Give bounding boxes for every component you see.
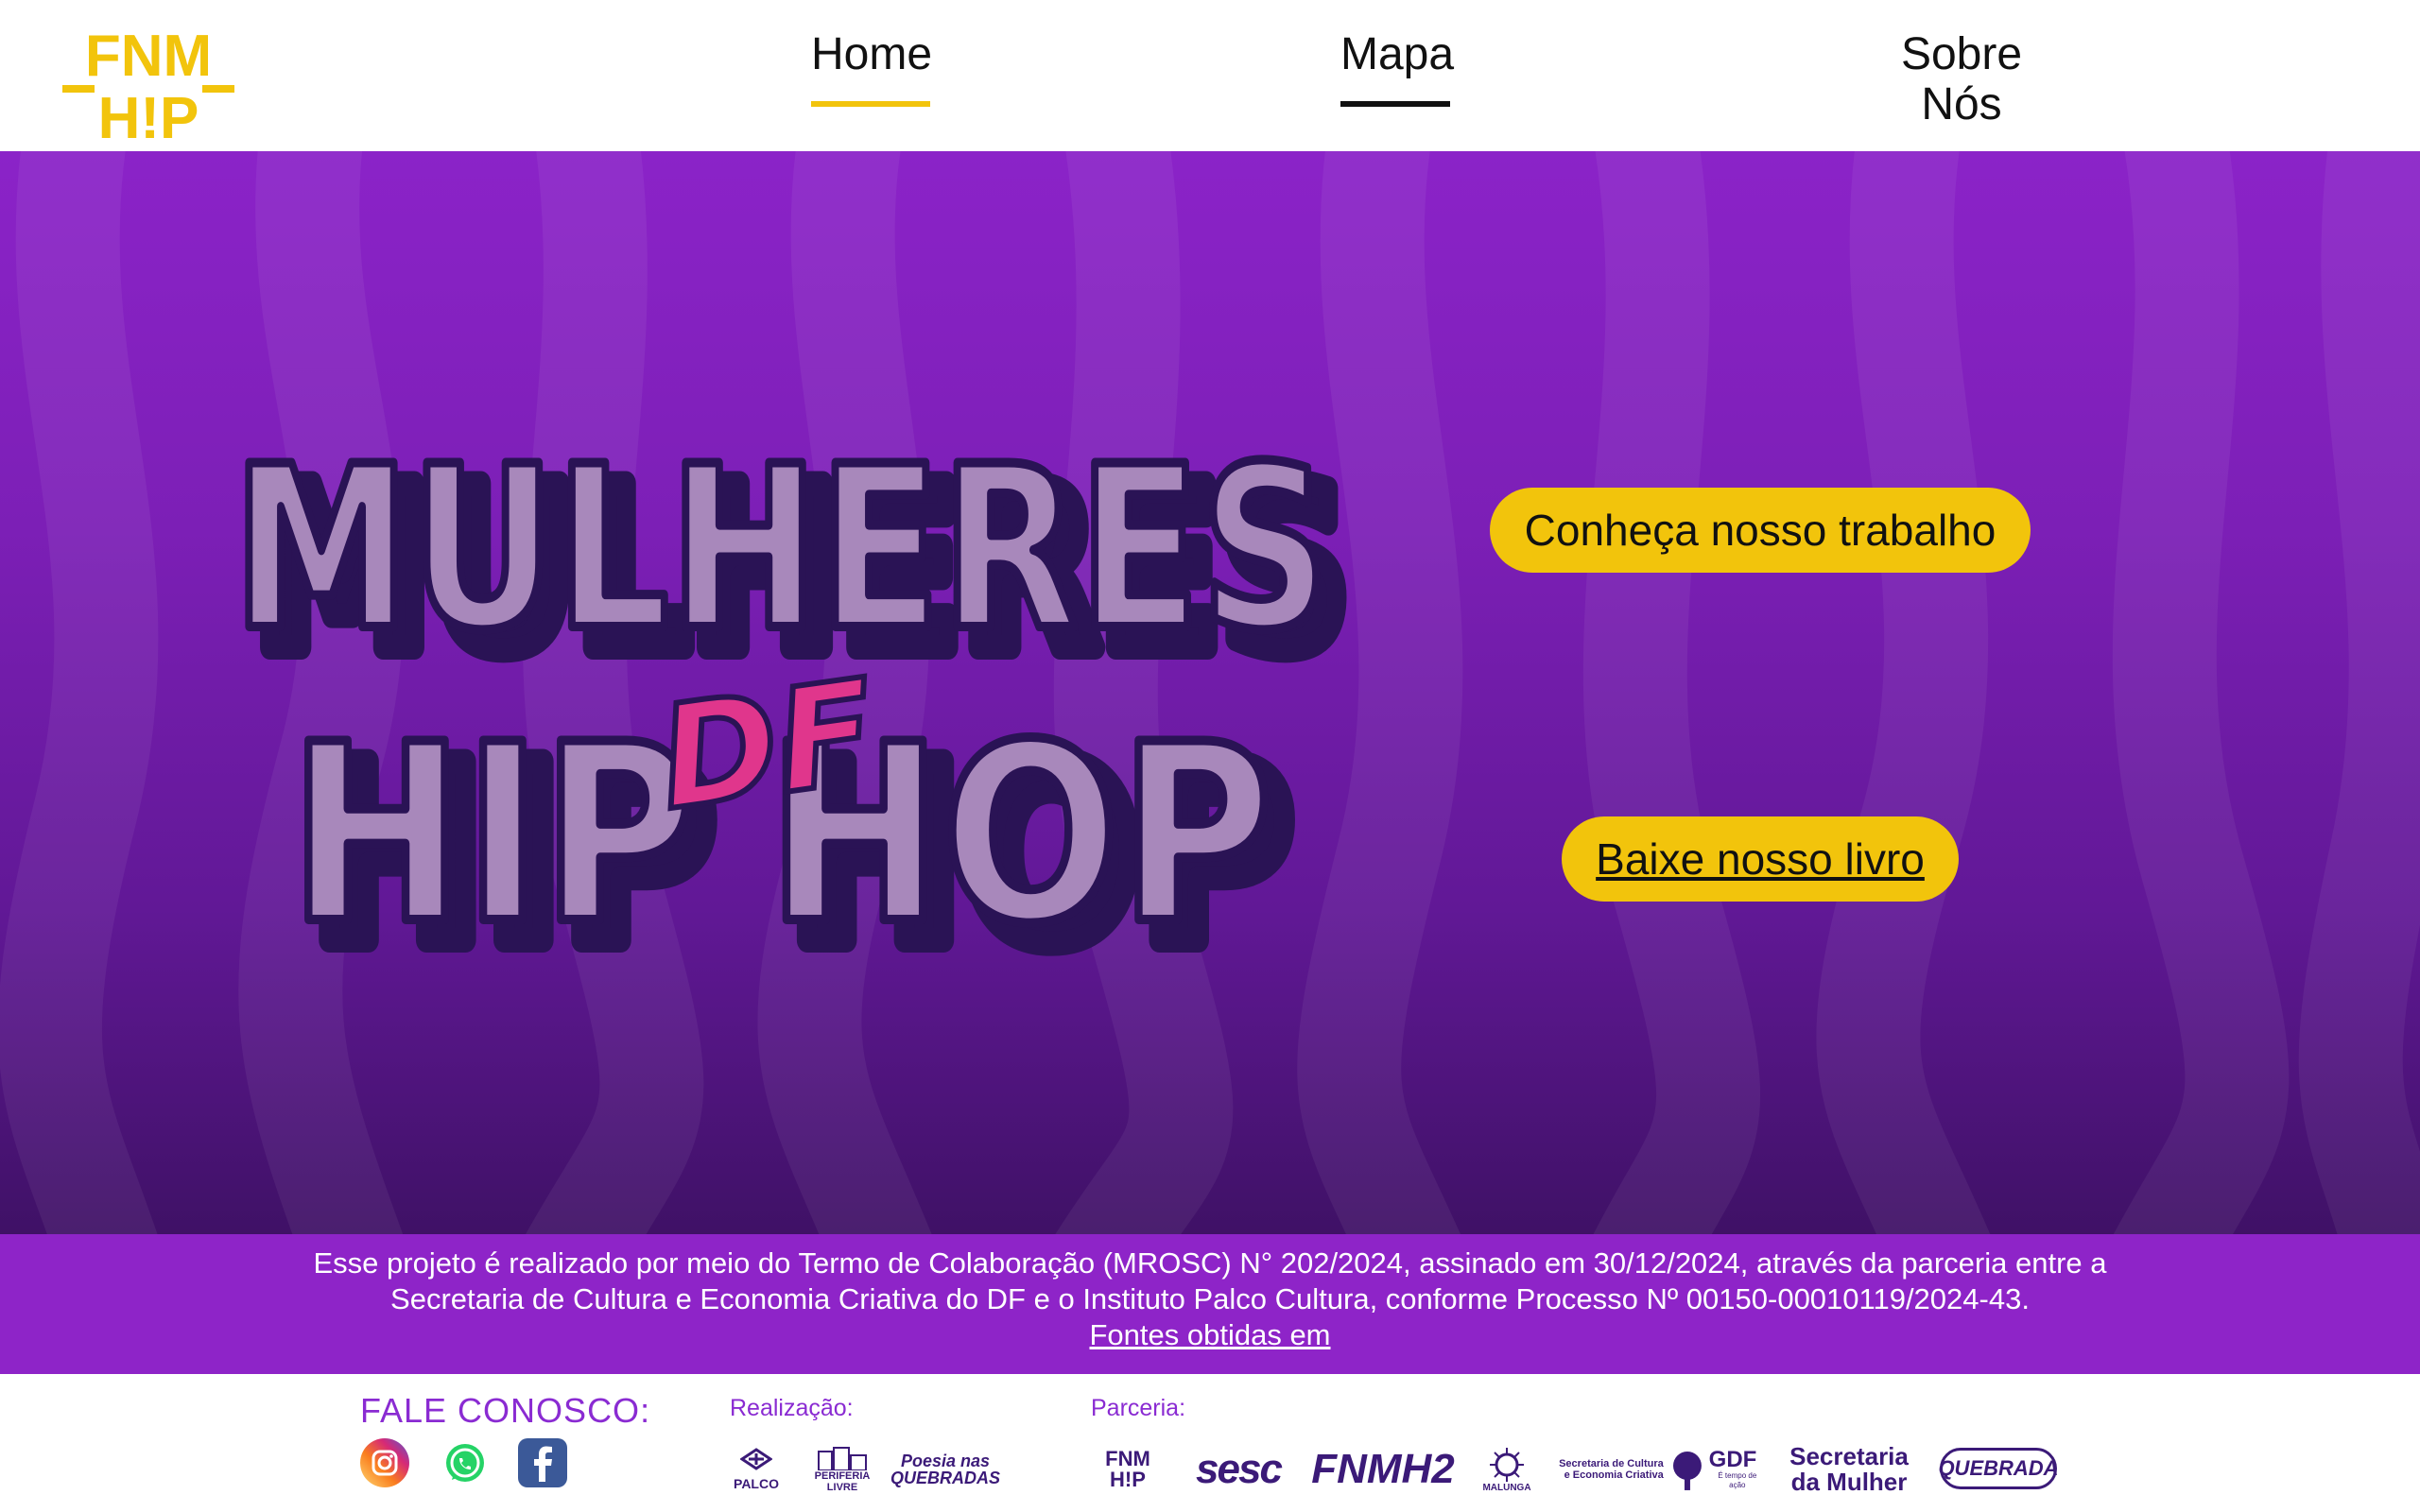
gdf-slogan: É tempo de ação — [1718, 1471, 1757, 1489]
secretaria-da-mulher-text-1: Secretaria — [1789, 1442, 1909, 1470]
nav-sobre-nos[interactable]: Sobre Nós — [1860, 29, 2063, 157]
realizacao-label: Realização: — [730, 1395, 854, 1421]
sources-link[interactable]: Fontes obtidas em — [1089, 1317, 1330, 1353]
notice-line-2: Secretaria de Cultura e Economia Criativ… — [390, 1282, 2030, 1315]
logo-text-bottom: H!P — [98, 86, 199, 144]
nav-mapa[interactable]: Mapa — [1340, 29, 1454, 107]
periferia-livre-logo-text: PERIFERIA LIVRE — [814, 1470, 871, 1493]
palco-logo-text: PALCO — [734, 1476, 779, 1491]
nav-home[interactable]: Home — [811, 29, 932, 107]
logo-text-top: FNM — [85, 24, 212, 89]
quebrada-logo-text: QUEBRADA — [1938, 1456, 2059, 1480]
gdf-secretaria-cultura-logo[interactable]: Secretaria de Cultura e Economia Criativ… — [1558, 1442, 1766, 1497]
fnm-hip-partner-logo[interactable]: FNM H!P — [1091, 1442, 1165, 1497]
fnmh2-logo-text: FNMH2 — [1311, 1446, 1455, 1492]
notice-line-1: Esse projeto é realizado por meio do Ter… — [313, 1246, 2107, 1280]
hero-title-df: DF — [649, 649, 885, 842]
poesia-nas-quebradas-logo[interactable]: Poesia nas QUEBRADAS — [890, 1442, 1000, 1497]
contact-title: FALE CONOSCO: — [360, 1391, 651, 1430]
mulheres-df-hip-hop-title-art: MULHERES HIP HOP MULHERES HIP HOP DF — [228, 414, 1362, 1006]
sesc-logo-text: sesc — [1196, 1446, 1283, 1492]
hero-title-line1: MULHERES — [233, 419, 1329, 680]
site-header: FNM H!P Home Mapa Sobre Nós — [0, 0, 2420, 157]
malunga-logo-text: MALUNGA — [1482, 1482, 1531, 1493]
palco-logo[interactable]: PALCO — [726, 1442, 786, 1497]
secretaria-da-mulher-text-2: da Mulher — [1790, 1468, 1908, 1496]
site-footer: FALE CONOSCO: Realização: Parceria: PALC… — [0, 1374, 2420, 1512]
fnm-hip-partner-logo-text: FNM H!P — [1105, 1447, 1150, 1491]
fnmh2-logo[interactable]: FNMH2 — [1311, 1442, 1455, 1497]
periferia-livre-logo[interactable]: PERIFERIA LIVRE — [809, 1442, 875, 1497]
instagram-icon[interactable] — [360, 1438, 409, 1487]
baixe-livro-button[interactable]: Baixe nosso livro — [1562, 816, 1959, 902]
funding-notice: Esse projeto é realizado por meio do Ter… — [0, 1234, 2420, 1374]
whatsapp-icon[interactable] — [441, 1438, 490, 1487]
secretaria-da-mulher-logo[interactable]: Secretaria da Mulher — [1783, 1442, 1915, 1497]
facebook-icon[interactable] — [518, 1438, 567, 1487]
quebrada-logo[interactable]: QUEBRADA — [1938, 1448, 2059, 1489]
malunga-logo[interactable]: MALUNGA — [1480, 1442, 1533, 1497]
sesc-logo[interactable]: sesc — [1195, 1442, 1283, 1497]
gdf-text: GDF — [1708, 1447, 1757, 1472]
parceria-label: Parceria: — [1091, 1395, 1186, 1421]
conheca-trabalho-button[interactable]: Conheça nosso trabalho — [1490, 488, 2031, 573]
hero-banner: MULHERES HIP HOP MULHERES HIP HOP DF Con… — [0, 151, 2420, 1234]
secretaria-cultura-text: Secretaria de Cultura e Economia Criativ… — [1559, 1458, 1664, 1481]
fnm-hip-logo[interactable]: FNM H!P — [62, 21, 234, 144]
poesia-nas-quebradas-logo-text: Poesia nas QUEBRADAS — [890, 1452, 1001, 1487]
